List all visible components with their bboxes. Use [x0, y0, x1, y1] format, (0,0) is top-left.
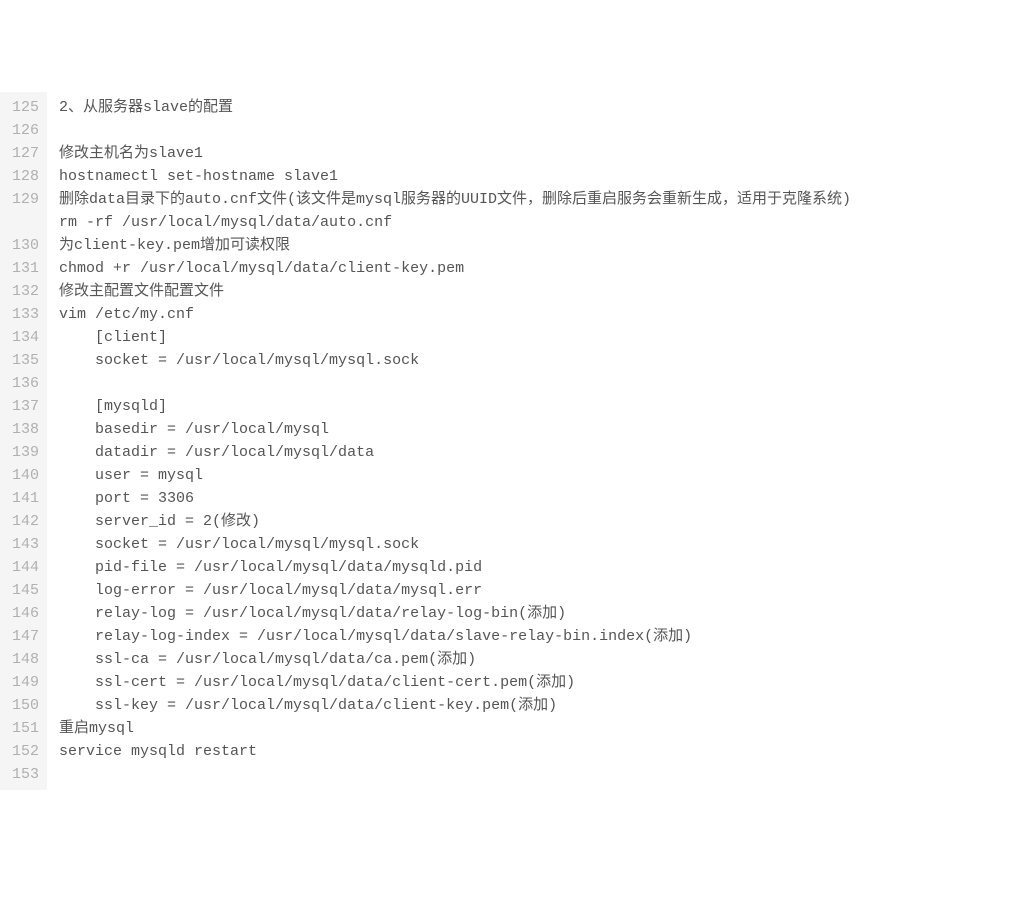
code-line[interactable] [59, 372, 1014, 395]
line-number: 134 [12, 326, 39, 349]
line-number: 142 [12, 510, 39, 533]
line-number: 145 [12, 579, 39, 602]
code-line[interactable]: 删除data目录下的auto.cnf文件(该文件是mysql服务器的UUID文件… [59, 188, 1014, 211]
code-line[interactable]: chmod +r /usr/local/mysql/data/client-ke… [59, 257, 1014, 280]
code-line[interactable]: relay-log-index = /usr/local/mysql/data/… [59, 625, 1014, 648]
line-number: 133 [12, 303, 39, 326]
line-number-gutter: 1251261271281291301311321331341351361371… [0, 92, 47, 790]
code-line[interactable]: socket = /usr/local/mysql/mysql.sock [59, 349, 1014, 372]
code-line[interactable]: ssl-key = /usr/local/mysql/data/client-k… [59, 694, 1014, 717]
code-line[interactable]: user = mysql [59, 464, 1014, 487]
code-line[interactable]: 修改主配置文件配置文件 [59, 280, 1014, 303]
code-line[interactable]: log-error = /usr/local/mysql/data/mysql.… [59, 579, 1014, 602]
line-number: 143 [12, 533, 39, 556]
code-line[interactable]: 为client-key.pem增加可读权限 [59, 234, 1014, 257]
code-line[interactable]: rm -rf /usr/local/mysql/data/auto.cnf [59, 211, 1014, 234]
code-line[interactable]: relay-log = /usr/local/mysql/data/relay-… [59, 602, 1014, 625]
code-line[interactable]: vim /etc/my.cnf [59, 303, 1014, 326]
code-line[interactable]: 2、从服务器slave的配置 [59, 96, 1014, 119]
line-number: 151 [12, 717, 39, 740]
code-line[interactable]: hostnamectl set-hostname slave1 [59, 165, 1014, 188]
code-line[interactable]: service mysqld restart [59, 740, 1014, 763]
code-line[interactable] [59, 119, 1014, 142]
line-number: 153 [12, 763, 39, 786]
code-line[interactable]: basedir = /usr/local/mysql [59, 418, 1014, 441]
line-number: 149 [12, 671, 39, 694]
line-number: 141 [12, 487, 39, 510]
line-number: 129 [12, 188, 39, 234]
code-line[interactable]: pid-file = /usr/local/mysql/data/mysqld.… [59, 556, 1014, 579]
line-number: 138 [12, 418, 39, 441]
code-line[interactable]: [mysqld] [59, 395, 1014, 418]
line-number: 146 [12, 602, 39, 625]
code-line[interactable]: 重启mysql [59, 717, 1014, 740]
code-line[interactable]: ssl-cert = /usr/local/mysql/data/client-… [59, 671, 1014, 694]
line-number: 152 [12, 740, 39, 763]
line-number: 132 [12, 280, 39, 303]
code-line[interactable]: [client] [59, 326, 1014, 349]
line-number: 147 [12, 625, 39, 648]
line-number: 140 [12, 464, 39, 487]
code-editor[interactable]: 1251261271281291301311321331341351361371… [0, 92, 1014, 790]
line-number: 148 [12, 648, 39, 671]
line-number: 126 [12, 119, 39, 142]
line-number: 130 [12, 234, 39, 257]
code-line[interactable]: port = 3306 [59, 487, 1014, 510]
line-number: 128 [12, 165, 39, 188]
code-line[interactable]: 修改主机名为slave1 [59, 142, 1014, 165]
line-number: 144 [12, 556, 39, 579]
line-number: 127 [12, 142, 39, 165]
line-number: 131 [12, 257, 39, 280]
code-area[interactable]: 2、从服务器slave的配置修改主机名为slave1hostnamectl se… [47, 92, 1014, 790]
line-number: 150 [12, 694, 39, 717]
code-line[interactable]: datadir = /usr/local/mysql/data [59, 441, 1014, 464]
line-number: 139 [12, 441, 39, 464]
code-line[interactable]: server_id = 2(修改) [59, 510, 1014, 533]
line-number: 125 [12, 96, 39, 119]
line-number: 136 [12, 372, 39, 395]
code-line[interactable]: ssl-ca = /usr/local/mysql/data/ca.pem(添加… [59, 648, 1014, 671]
line-number: 137 [12, 395, 39, 418]
code-line[interactable]: socket = /usr/local/mysql/mysql.sock [59, 533, 1014, 556]
line-number: 135 [12, 349, 39, 372]
